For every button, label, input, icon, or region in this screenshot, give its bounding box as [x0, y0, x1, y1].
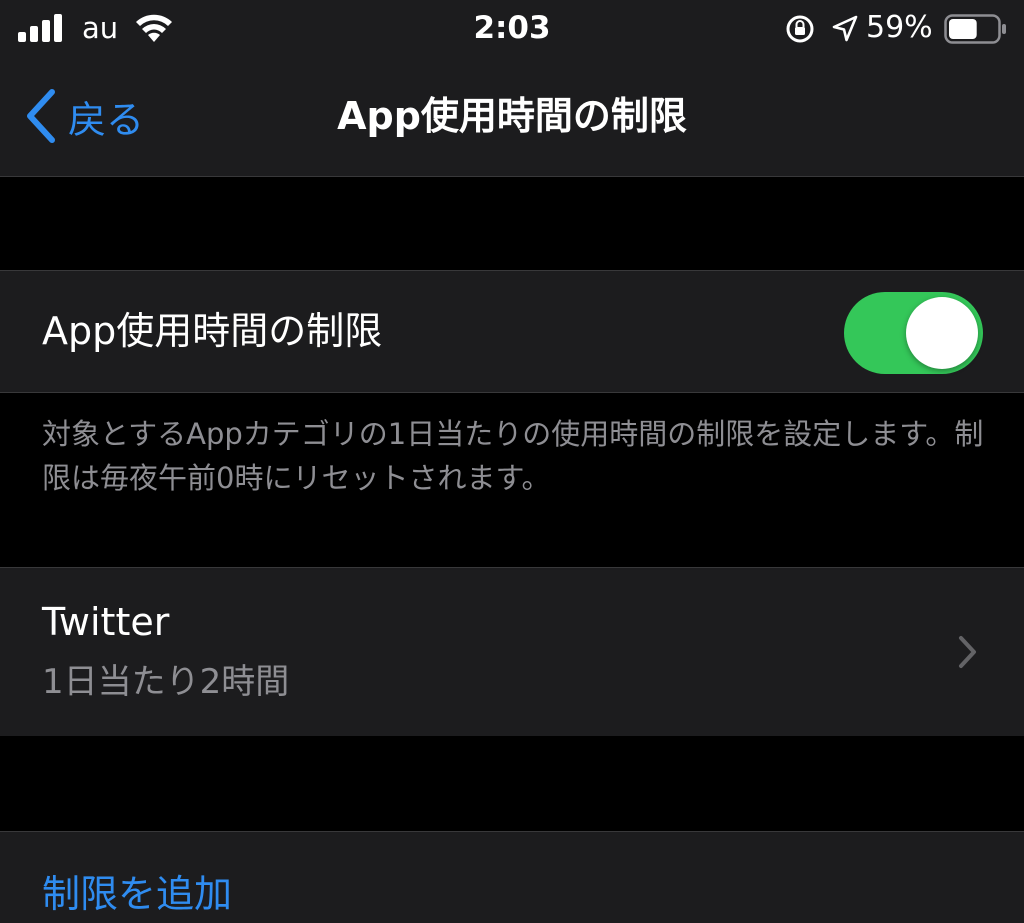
chevron-right-icon — [959, 636, 976, 668]
status-bar: au 2:03 59% — [0, 0, 1024, 58]
app-limits-toggle-switch[interactable] — [844, 292, 983, 374]
limit-item-twitter[interactable]: Twitter 1日当たり2時間 — [0, 567, 1024, 737]
page-title: App使用時間の制限 — [337, 94, 687, 138]
section-spacer — [0, 177, 1024, 271]
battery-icon — [944, 14, 1006, 44]
orientation-lock-icon — [786, 15, 814, 43]
add-limit-row[interactable]: 制限を追加 — [0, 831, 1024, 923]
limit-item-name: Twitter — [42, 600, 170, 644]
app-limits-description: 対象とするAppカテゴリの1日当たりの使用時間の制限を設定します。制限は毎夜午前… — [42, 417, 984, 495]
limit-item-detail: 1日当たり2時間 — [42, 662, 290, 702]
location-icon — [832, 15, 858, 42]
app-limits-toggle-label: App使用時間の制限 — [42, 309, 383, 353]
battery-percent: 59% — [866, 10, 933, 45]
navigation-bar: 戻る App使用時間の制限 — [0, 58, 1024, 177]
section-spacer — [0, 736, 1024, 831]
app-limits-toggle-row: App使用時間の制限 — [0, 271, 1024, 393]
add-limit-button[interactable]: 制限を追加 — [42, 868, 232, 920]
toggle-knob — [906, 297, 978, 369]
